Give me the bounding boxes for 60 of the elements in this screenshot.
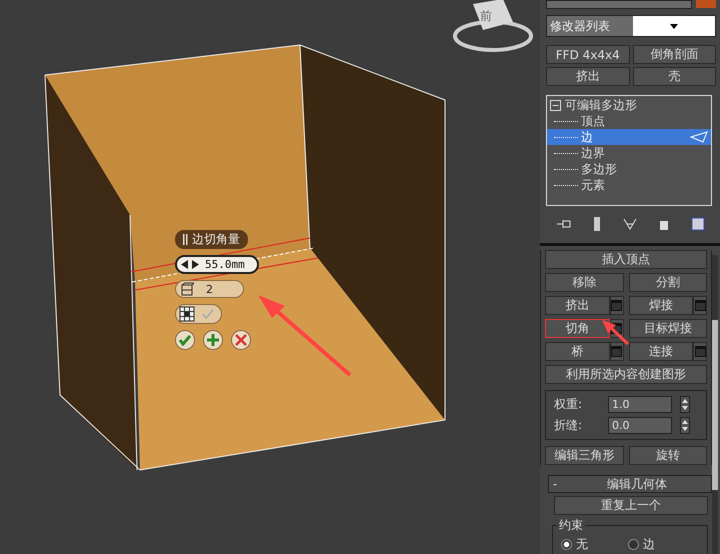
edit-triangle-button[interactable]: 旋转 [628,446,707,465]
view-cube-label[interactable]: 前 [480,8,492,25]
radio-button[interactable] [628,539,639,550]
segments-icon [180,282,194,296]
edit-edge-button[interactable]: 目标焊接 [628,319,707,338]
triangle-icon [690,131,708,143]
stack-item[interactable]: 边 [547,129,711,145]
modifier-button[interactable]: 壳 [632,67,716,86]
scrollbar[interactable] [712,255,718,554]
check-icon [178,334,192,346]
stack-item[interactable]: 可编辑多边形 [547,97,711,113]
rollout-header[interactable]: - 编辑几何体 [548,475,712,493]
edit-edge-button[interactable]: 挤出 [545,296,610,315]
edit-edge-button[interactable]: 利用所选内容创建图形 [545,365,707,384]
edit-edge-button[interactable]: 切角 [545,319,610,338]
toggle-text[interactable]: - [549,477,558,491]
edit-edge-button[interactable]: 移除 [545,273,624,292]
spinner-arrows-icon[interactable] [680,417,690,434]
rollout-title[interactable]: 编辑几何体 [607,476,668,492]
caret-icon [670,24,678,28]
edit-triangle-button[interactable]: 编辑三角形 [545,446,624,465]
edit-edge-button[interactable]: 分割 [628,273,707,292]
edit-edge-button[interactable]: 连接 [628,342,693,361]
spinner-arrows-icon[interactable] [680,396,690,413]
arrows-icon [181,260,199,269]
radio-label[interactable]: 边 [643,536,655,553]
segments-field[interactable]: 2 [175,280,244,298]
plus-icon [206,333,220,347]
pin-icon[interactable] [557,218,571,230]
edit-edge-button[interactable]: 焊接 [628,296,693,315]
annotation-arrow [600,318,630,348]
edit-edge-button[interactable]: 桥 [545,342,610,361]
object-name-field[interactable] [546,0,692,9]
radio-label[interactable]: 无 [576,536,588,553]
repeat-last-button[interactable]: 重复上一个 [554,496,708,515]
stack-item[interactable]: 顶点 [547,113,711,129]
spinner-label: 折缝: [554,417,584,434]
grid-icon[interactable] [179,306,195,322]
vertex-icon[interactable] [623,218,637,230]
collapse-icon[interactable] [550,100,561,110]
grip-icon[interactable] [183,234,188,245]
caddy-title-text: 边切角量 [192,231,240,248]
edit-edge-button[interactable]: 插入顶点 [545,250,707,269]
scrollbar-thumb[interactable] [712,320,718,490]
amount-field[interactable]: 55.0mm [175,255,259,274]
modifier-button[interactable]: FFD 4x4x4 [546,45,630,64]
modifier-button[interactable]: 倒角剖面 [632,45,716,64]
config-icon[interactable] [691,217,705,231]
stack-item[interactable]: 元素 [547,177,711,193]
spinner-label: 权重: [554,396,584,413]
spinner-field[interactable]: 0.0 [608,417,672,434]
stack-item[interactable]: 多边形 [547,161,711,177]
check-icon[interactable] [201,308,215,320]
modifier-button[interactable]: 挤出 [546,67,630,86]
spinner-field[interactable]: 1.0 [608,396,672,413]
modifier-list-dropdown[interactable]: 修改器列表 [546,15,716,37]
close-icon [235,334,247,346]
color-swatch[interactable] [696,0,716,8]
radio-button[interactable] [561,539,572,550]
stack-item[interactable]: 边界 [547,145,711,161]
